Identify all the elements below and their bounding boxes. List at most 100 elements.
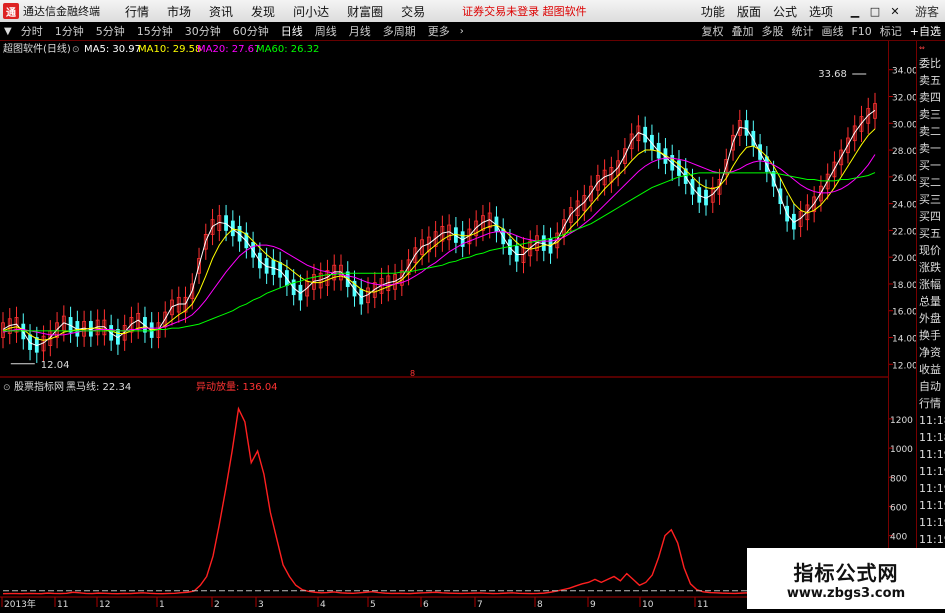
side-item[interactable]: 买三	[917, 191, 945, 208]
price-panel-title: 超图软件(日线)	[3, 42, 71, 55]
chevron-right-icon[interactable]: ›	[460, 26, 464, 37]
side-item[interactable]: 买一	[917, 157, 945, 174]
side-item[interactable]: 卖三	[917, 106, 945, 123]
axis-svg: 34.00 32.00 30.00 28.00 26.00 24.00 22.00 20.00…	[889, 67, 918, 543]
gear-icon[interactable]: ⊙	[72, 45, 80, 55]
side-item[interactable]: 现价	[917, 242, 945, 259]
quote-side-panel: ⇔ 委比 卖五 卖四 卖三 卖二 卖一 买一 买二 买三 买四 买五 现价 涨跌 涨幅 总量 外盘 换手 净资 收益…	[916, 41, 945, 609]
period-multi[interactable]: 多周期	[383, 23, 416, 39]
date-label: 6	[423, 600, 429, 609]
period-more[interactable]: 更多	[428, 23, 450, 39]
indicator-gear-icon[interactable]: ⊙	[3, 383, 11, 393]
menu-item-function[interactable]: 功能	[701, 3, 725, 20]
menu-item-wealth[interactable]: 财富圈	[347, 3, 383, 20]
side-item[interactable]: 换手	[917, 327, 945, 344]
side-item[interactable]: 卖四	[917, 89, 945, 106]
btn-draw[interactable]: 画线	[821, 23, 843, 39]
menu-item-market[interactable]: 市场	[167, 3, 191, 20]
date-label: 11	[57, 600, 68, 609]
menu-item-trade[interactable]: 交易	[401, 3, 425, 20]
ind-tick-label: 1200	[890, 416, 913, 426]
ma60-label: MA60: 26.32	[256, 44, 319, 55]
period-60min[interactable]: 60分钟	[233, 23, 269, 39]
side-item[interactable]: 收益	[917, 361, 945, 378]
side-item[interactable]: 卖五	[917, 72, 945, 89]
side-time-item: 11:19	[919, 465, 945, 478]
guest-label[interactable]: 游客	[915, 3, 939, 20]
side-item[interactable]: 涨跌	[917, 259, 945, 276]
btn-multi-stock[interactable]: 多股	[761, 23, 783, 39]
ind-tick-label: 800	[890, 474, 907, 484]
menu-item-news[interactable]: 资讯	[209, 3, 233, 20]
menu-item-ask[interactable]: 问小达	[293, 3, 329, 20]
side-time-item: 行情	[919, 397, 941, 410]
side-item[interactable]: 卖一	[917, 140, 945, 157]
price-tick-label: 16.00	[892, 308, 917, 318]
price-tick-label: 26.00	[892, 174, 917, 184]
black-horse-label: 黑马线: 22.34	[66, 380, 131, 393]
volume-surge-label: 异动放量: 136.04	[196, 380, 278, 393]
date-label: 5	[370, 600, 376, 609]
chevron-down-icon[interactable]: ▼	[4, 26, 12, 37]
ind-tick-label: 400	[890, 533, 907, 543]
menu-item-options[interactable]: 选项	[809, 3, 833, 20]
menu-item-discover[interactable]: 发现	[251, 3, 275, 20]
period-toolbar: ▼ 分时 1分钟 5分钟 15分钟 30分钟 60分钟 日线 周线 月线 多周期…	[0, 22, 945, 41]
price-tick-label: 28.00	[892, 147, 917, 157]
side-time-item: 11:19	[919, 499, 945, 512]
date-label: 9	[590, 600, 596, 609]
menu-right: 功能 版面 公式 选项 ▁ □ ✕ 游客	[695, 0, 945, 22]
close-icon[interactable]: ✕	[887, 5, 903, 18]
period-weekly[interactable]: 周线	[315, 23, 337, 39]
ind-tick-label: 600	[890, 503, 907, 513]
period-5min[interactable]: 5分钟	[96, 23, 125, 39]
date-label: 12	[99, 600, 110, 609]
price-tick-label: 12.00	[892, 361, 917, 371]
menu-item-quotes[interactable]: 行情	[125, 3, 149, 20]
divider-marker: 8	[410, 369, 415, 378]
period-15min[interactable]: 15分钟	[137, 23, 173, 39]
side-item[interactable]: 买二	[917, 174, 945, 191]
btn-stats[interactable]: 统计	[791, 23, 813, 39]
side-time-item: 11:19	[919, 482, 945, 495]
price-axis: 34.00 32.00 30.00 28.00 26.00 24.00 22.00 20.00…	[888, 41, 918, 609]
btn-overlay[interactable]: 叠加	[731, 23, 753, 39]
date-label: 10	[642, 600, 654, 609]
side-item[interactable]: 买四	[917, 208, 945, 225]
price-tick-label: 20.00	[892, 254, 917, 264]
price-tick-label: 34.00	[892, 67, 917, 77]
price-tick-label: 22.00	[892, 227, 917, 237]
maximize-icon[interactable]: □	[867, 5, 883, 18]
side-expand-icon[interactable]: ⇔	[917, 41, 945, 55]
chart-area[interactable]: 超图软件(日线) ⊙ MA5: 30.97 MA10: 29.58 MA20: …	[0, 41, 888, 610]
side-item[interactable]: 涨幅	[917, 276, 945, 293]
side-item[interactable]: 买五	[917, 225, 945, 242]
chart-svg[interactable]: 超图软件(日线) ⊙ MA5: 30.97 MA10: 29.58 MA20: …	[0, 41, 888, 610]
btn-watchlist[interactable]: +自选	[910, 23, 941, 39]
login-notice[interactable]: 证券交易未登录 超图软件	[462, 3, 587, 19]
high-price-label: 33.68	[818, 69, 847, 80]
period-1min[interactable]: 1分钟	[55, 23, 84, 39]
menu-item-layout[interactable]: 版面	[737, 3, 761, 20]
btn-mark[interactable]: 标记	[880, 23, 902, 39]
side-time-item: 11:18	[919, 414, 945, 427]
period-intraday[interactable]: 分时	[21, 23, 43, 39]
menu-item-formula[interactable]: 公式	[773, 3, 797, 20]
side-item[interactable]: 净资	[917, 344, 945, 361]
side-item[interactable]: 总量	[917, 293, 945, 310]
period-daily[interactable]: 日线	[281, 23, 303, 39]
side-item[interactable]: 卖二	[917, 123, 945, 140]
side-item[interactable]: 委比	[917, 55, 945, 72]
price-tick-label: 18.00	[892, 281, 917, 291]
side-time-item: 11:19	[919, 533, 945, 546]
btn-f10[interactable]: F10	[851, 25, 871, 38]
price-tick-label: 30.00	[892, 120, 917, 130]
date-label: 4	[320, 600, 326, 609]
period-monthly[interactable]: 月线	[349, 23, 371, 39]
side-item[interactable]: 外盘	[917, 310, 945, 327]
btn-adjust[interactable]: 复权	[701, 23, 723, 39]
side-time-item: 11:19	[919, 448, 945, 461]
date-label: 11	[697, 600, 708, 609]
period-30min[interactable]: 30分钟	[185, 23, 221, 39]
minimize-icon[interactable]: ▁	[847, 5, 863, 18]
